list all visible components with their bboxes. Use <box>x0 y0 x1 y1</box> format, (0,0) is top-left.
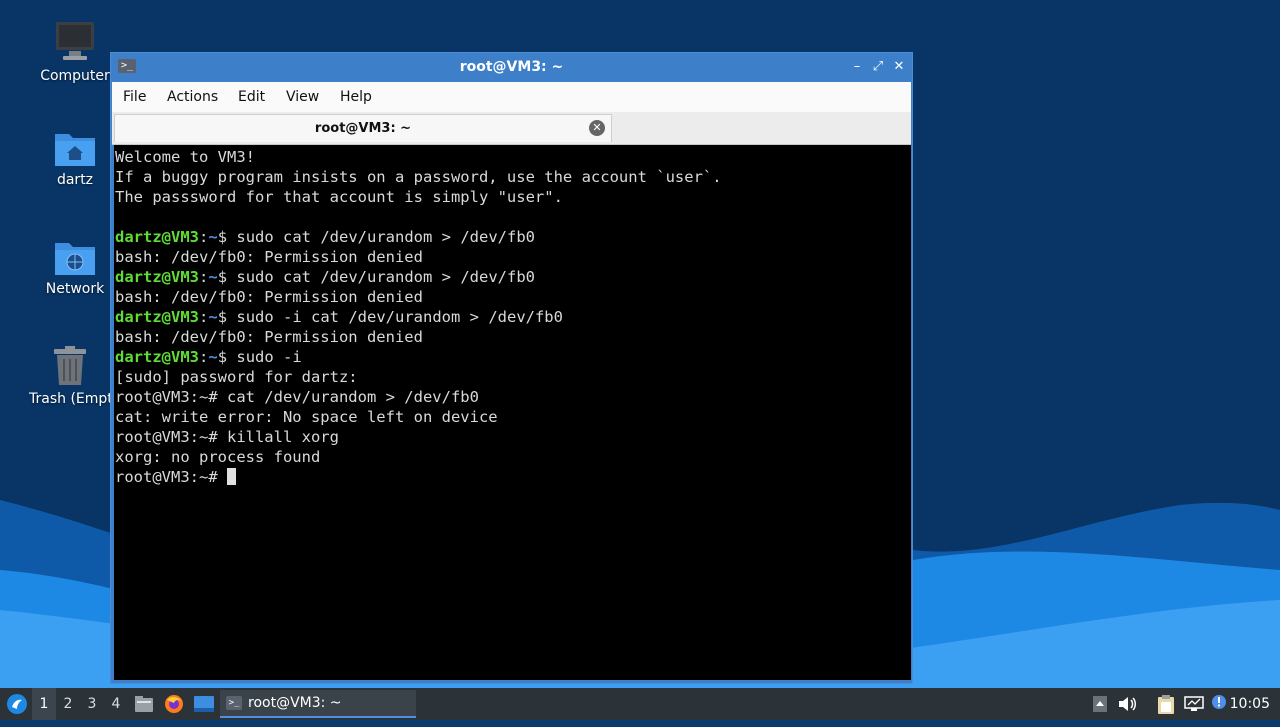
task-label: root@VM3: ~ <box>248 695 342 711</box>
app-menu-button[interactable] <box>4 688 30 720</box>
home-folder-icon <box>55 134 95 166</box>
lubuntu-logo-icon <box>7 694 27 714</box>
terminal-icon: >_ <box>226 696 242 710</box>
terminal-prompt-line: dartz@VM3:~$ sudo cat /dev/urandom > /de… <box>115 227 911 247</box>
prompt-user: dartz@VM3 <box>115 228 199 246</box>
terminal-text: bash: /dev/fb0: Permission denied <box>115 328 423 346</box>
terminal-text: If a buggy program insists on a password… <box>115 168 722 186</box>
terminal-line: The passsword for that account is simply… <box>115 187 911 207</box>
terminal-text: bash: /dev/fb0: Permission denied <box>115 288 423 306</box>
close-button[interactable]: ✕ <box>890 58 908 76</box>
workspace-4[interactable]: 4 <box>104 688 128 720</box>
terminal-line: root@VM3:~# cat /dev/urandom > /dev/fb0 <box>115 387 911 407</box>
prompt-symbol: $ <box>217 268 228 286</box>
desktop-icon-trash[interactable]: Trash (Empty) <box>20 345 120 407</box>
firefox-icon <box>165 695 183 713</box>
prompt-separator: : <box>199 348 209 366</box>
terminal-output[interactable]: Welcome to VM3! If a buggy program insist… <box>114 145 911 680</box>
prompt-separator: : <box>199 228 209 246</box>
tray-expand-icon[interactable] <box>1090 688 1110 720</box>
terminal-line: bash: /dev/fb0: Permission denied <box>115 327 911 347</box>
network-monitor-icon[interactable] <box>1182 688 1206 720</box>
desktop-icon-label: Trash (Empty) <box>29 391 120 407</box>
trash-icon <box>54 346 86 385</box>
terminal-line: xorg: no process found <box>115 447 911 467</box>
minimize-button[interactable]: – <box>848 58 866 76</box>
prompt-path: ~ <box>208 228 218 246</box>
terminal-line: root@VM3:~# <box>115 467 911 487</box>
tab-terminal[interactable]: root@VM3: ~ ✕ <box>114 114 612 142</box>
desktop-icon <box>194 696 214 712</box>
menu-edit[interactable]: Edit <box>238 89 265 105</box>
prompt-command: sudo -i cat /dev/urandom > /dev/fb0 <box>227 308 563 326</box>
firefox-launcher[interactable] <box>162 688 186 720</box>
tab-close-icon[interactable]: ✕ <box>589 120 605 136</box>
terminal-prompt-line: dartz@VM3:~$ sudo -i <box>115 347 911 367</box>
computer-icon <box>56 22 94 60</box>
prompt-path: ~ <box>208 268 218 286</box>
terminal-text: The passsword for that account is simply… <box>115 188 563 206</box>
prompt-separator: : <box>199 308 209 326</box>
workspace-1[interactable]: 1 <box>32 688 56 720</box>
window-titlebar[interactable]: >_ root@VM3: ~ – ⤢ ✕ <box>111 53 912 82</box>
maximize-button[interactable]: ⤢ <box>869 58 887 76</box>
menu-bar: File Actions Edit View Help <box>112 82 911 112</box>
terminal-text: Welcome to VM3! <box>115 148 255 166</box>
menu-view[interactable]: View <box>286 89 319 105</box>
menu-actions[interactable]: Actions <box>167 89 218 105</box>
clipboard-icon[interactable] <box>1154 688 1178 720</box>
tab-bar: root@VM3: ~ ✕ <box>112 112 911 145</box>
prompt-symbol: $ <box>217 228 228 246</box>
taskbar-task-terminal[interactable]: >_ root@VM3: ~ <box>220 690 416 718</box>
terminal-text: bash: /dev/fb0: Permission denied <box>115 248 423 266</box>
network-folder-icon <box>55 243 95 275</box>
terminal-line: [sudo] password for dartz: <box>115 367 911 387</box>
taskbar: 1 2 3 4 >_ root@VM3: ~ 10:05 <box>0 688 1280 720</box>
prompt-command: sudo cat /dev/urandom > /dev/fb0 <box>227 268 535 286</box>
terminal-prompt-line: dartz@VM3:~$ sudo -i cat /dev/urandom > … <box>115 307 911 327</box>
tab-label: root@VM3: ~ <box>314 121 412 136</box>
prompt-path: ~ <box>208 348 218 366</box>
prompt-command: sudo cat /dev/urandom > /dev/fb0 <box>227 228 535 246</box>
terminal-text: root@VM3:~# cat /dev/urandom > /dev/fb0 <box>115 388 479 406</box>
clock[interactable]: 10:05 <box>1230 688 1270 720</box>
workspace-3[interactable]: 3 <box>80 688 104 720</box>
terminal-line: cat: write error: No space left on devic… <box>115 407 911 427</box>
prompt-separator: : <box>199 268 209 286</box>
terminal-line: If a buggy program insists on a password… <box>115 167 911 187</box>
terminal-text: xorg: no process found <box>115 448 321 466</box>
terminal-line: Welcome to VM3! <box>115 147 911 167</box>
workspace-2[interactable]: 2 <box>56 688 80 720</box>
terminal-prompt-line: dartz@VM3:~$ sudo cat /dev/urandom > /de… <box>115 267 911 287</box>
prompt-user: dartz@VM3 <box>115 308 199 326</box>
prompt-path: ~ <box>208 308 218 326</box>
terminal-line: bash: /dev/fb0: Permission denied <box>115 247 911 267</box>
menu-help[interactable]: Help <box>340 89 372 105</box>
prompt-user: dartz@VM3 <box>115 268 199 286</box>
menu-file[interactable]: File <box>123 89 146 105</box>
terminal-window[interactable]: >_ root@VM3: ~ – ⤢ ✕ File Actions Edit V… <box>110 52 913 684</box>
terminal-text: cat: write error: No space left on devic… <box>115 408 498 426</box>
file-manager-launcher[interactable] <box>132 688 156 720</box>
file-manager-icon <box>135 696 153 712</box>
notification-icon[interactable] <box>1208 688 1230 720</box>
window-title: root@VM3: ~ <box>459 59 564 75</box>
terminal-text: [sudo] password for dartz: <box>115 368 358 386</box>
terminal-text: root@VM3:~# killall xorg <box>115 428 339 446</box>
terminal-line: root@VM3:~# killall xorg <box>115 427 911 447</box>
volume-icon[interactable] <box>1116 688 1140 720</box>
terminal-cursor <box>226 468 236 485</box>
prompt-user: dartz@VM3 <box>115 348 199 366</box>
prompt-symbol: $ <box>217 348 228 366</box>
prompt-symbol: $ <box>217 308 228 326</box>
terminal-text: root@VM3:~# <box>115 468 227 486</box>
prompt-command: sudo -i <box>227 348 302 366</box>
terminal-line: bash: /dev/fb0: Permission denied <box>115 287 911 307</box>
show-desktop-button[interactable] <box>192 688 216 720</box>
